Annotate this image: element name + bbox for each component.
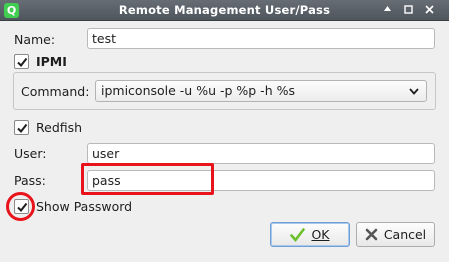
ipmi-checkbox[interactable] <box>14 54 29 69</box>
ok-button[interactable]: OK <box>270 222 350 247</box>
cancel-button-label: Cancel <box>383 227 427 242</box>
keep-above-button[interactable] <box>379 3 396 18</box>
close-button[interactable] <box>421 3 438 18</box>
redfish-checkbox[interactable] <box>14 120 29 135</box>
name-label: Name: <box>14 32 56 47</box>
window-titlebar: Q Remote Management User/Pass <box>0 0 449 21</box>
user-label: User: <box>14 146 47 161</box>
pass-label: Pass: <box>14 173 46 188</box>
checkbox-highlight-circle <box>6 192 35 221</box>
close-icon <box>425 5 434 14</box>
name-input[interactable]: test <box>87 28 435 49</box>
cancel-x-icon <box>365 228 378 241</box>
command-select[interactable]: ipmiconsole -u %u -p %p -h %s <box>95 80 427 102</box>
checkmark-icon <box>17 123 28 134</box>
ipmi-label: IPMI <box>36 54 67 69</box>
command-label: Command: <box>21 84 90 99</box>
show-password-label: Show Password <box>36 199 133 214</box>
pass-highlight-box <box>81 163 214 195</box>
chevron-down-icon <box>409 88 419 95</box>
user-input[interactable]: user <box>87 143 435 164</box>
checkmark-icon <box>17 57 28 68</box>
redfish-label: Redfish <box>36 120 83 135</box>
cancel-button[interactable]: Cancel <box>356 222 435 247</box>
up-arrow-icon <box>384 6 391 11</box>
ok-button-label: OK <box>311 227 330 242</box>
maximize-icon <box>404 5 413 14</box>
checkmark-icon <box>290 227 306 242</box>
command-select-value: ipmiconsole -u %u -p %p -h %s <box>101 83 295 98</box>
maximize-button[interactable] <box>400 3 417 18</box>
